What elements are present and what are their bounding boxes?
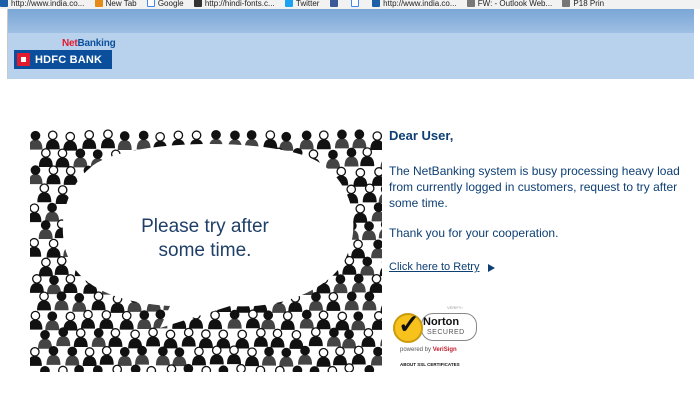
bookmark-item[interactable]: http://hindi-fonts.c... bbox=[193, 0, 275, 8]
brand-name: HDFC BANK bbox=[35, 53, 103, 66]
bookmark-item[interactable]: P18 Prin bbox=[562, 0, 604, 8]
busy-message: The NetBanking system is busy processing… bbox=[389, 164, 680, 210]
bookmark-label: http://www.india.co... bbox=[383, 0, 457, 8]
retry-link[interactable]: Click here to Retry bbox=[389, 261, 479, 273]
outlook-icon bbox=[466, 0, 475, 7]
bookmark-item[interactable]: Google bbox=[146, 0, 184, 8]
bookmark-label: Twitter bbox=[295, 0, 320, 8]
twitter-icon bbox=[284, 0, 293, 7]
globe-icon bbox=[562, 0, 571, 7]
bookmarks-bar: http://www.india.co... New Tab Google ht… bbox=[0, 0, 700, 9]
brand-net: Net bbox=[62, 38, 78, 49]
about-ssl-link[interactable]: ABOUT SSL CERTIFICATES bbox=[400, 362, 460, 367]
checkmark-icon bbox=[393, 309, 423, 343]
bookmark-item[interactable]: http://www.india.co... bbox=[0, 0, 84, 8]
bookmark-item[interactable]: FW: - Outlook Web... bbox=[466, 0, 553, 8]
bookmark-label: http://www.india.co... bbox=[11, 0, 85, 8]
linkedin-icon bbox=[0, 0, 8, 7]
thanks-message: Thank you for your cooperation. bbox=[389, 226, 559, 240]
google-icon bbox=[146, 0, 155, 7]
hdfc-logo-icon bbox=[17, 53, 30, 66]
header-strip bbox=[8, 9, 694, 33]
bookmark-label: http://hindi-fonts.c... bbox=[204, 0, 275, 8]
bookmark-item[interactable] bbox=[329, 0, 341, 8]
bookmark-label: P18 Prin bbox=[573, 0, 605, 8]
new-tab-icon bbox=[94, 0, 103, 7]
google-icon bbox=[350, 0, 359, 7]
page-header: NetBanking HDFC BANK bbox=[7, 9, 694, 79]
hindi-fonts-icon bbox=[193, 0, 202, 7]
verisign-text: VeriSign bbox=[432, 347, 457, 353]
bookmark-item[interactable]: Twitter bbox=[284, 0, 320, 8]
norton-name: Norton bbox=[423, 316, 460, 328]
brand-banking: Banking bbox=[77, 38, 116, 49]
crowd-message: Please try after some time. bbox=[141, 216, 269, 261]
norton-powered-by: powered by VeriSign bbox=[400, 347, 457, 353]
bookmark-item[interactable] bbox=[350, 0, 362, 8]
message-panel: Dear User, The NetBanking system is busy… bbox=[389, 128, 689, 240]
bookmark-label: FW: - Outlook Web... bbox=[477, 0, 553, 8]
powered-by-text: powered by bbox=[400, 347, 432, 353]
norton-secured: SECURED bbox=[427, 329, 465, 336]
facebook-icon bbox=[329, 0, 338, 7]
bookmark-item[interactable]: New Tab bbox=[94, 0, 137, 8]
bookmark-label: Google bbox=[157, 0, 184, 8]
bookmark-label: New Tab bbox=[105, 0, 137, 8]
netbanking-wordmark: NetBanking bbox=[62, 38, 116, 49]
bookmark-item[interactable]: http://www.india.co... bbox=[372, 0, 457, 8]
hdfc-logo-box: HDFC BANK bbox=[14, 50, 112, 69]
play-arrow-icon[interactable] bbox=[488, 264, 495, 272]
hdfc-netbanking-logo[interactable]: NetBanking HDFC BANK bbox=[14, 38, 118, 76]
linkedin-icon bbox=[372, 0, 381, 7]
norton-verify: VERIFY› bbox=[447, 305, 463, 310]
greeting: Dear User, bbox=[389, 128, 454, 143]
norton-secured-badge[interactable]: VERIFY› Norton SECURED powered by VeriSi… bbox=[391, 305, 491, 371]
